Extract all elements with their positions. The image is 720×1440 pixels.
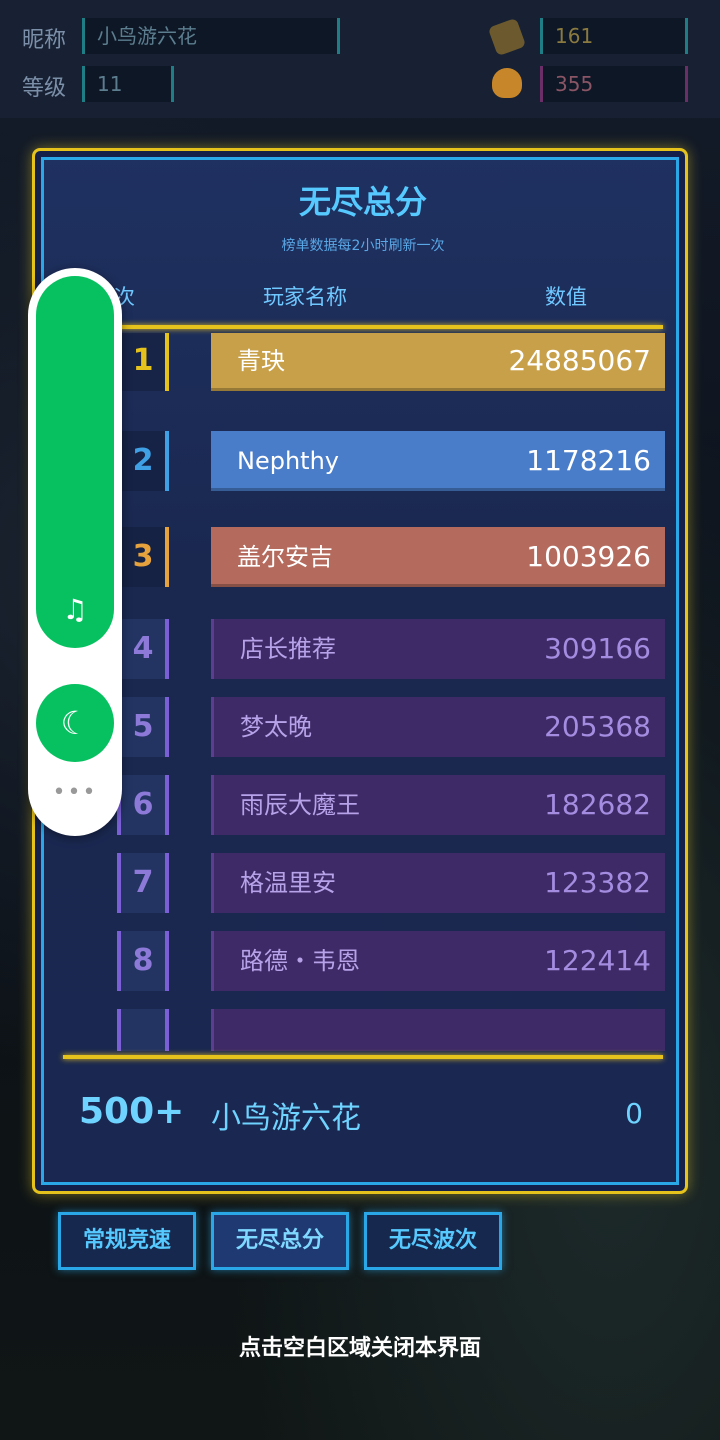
table-row[interactable]: 盖尔安吉 1003926 (211, 527, 665, 587)
tab-endless-waves[interactable]: 无尽波次 (364, 1212, 502, 1270)
player-score: 309166 (544, 632, 651, 665)
leaderboard-panel: 无尽总分 榜单数据每2小时刷新一次 名次 玩家名称 数值 1青玦24885067… (32, 148, 688, 1194)
table-row[interactable] (211, 1009, 665, 1051)
tab-endless-total[interactable]: 无尽总分 (211, 1212, 349, 1270)
my-rank: 500+ (79, 1091, 185, 1132)
tab-regular-race[interactable]: 常规竞速 (58, 1212, 196, 1270)
more-dots-icon[interactable]: ••• (28, 780, 122, 805)
player-score: 24885067 (508, 344, 651, 377)
refresh-note: 榜单数据每2小时刷新一次 (281, 238, 445, 254)
table-row[interactable]: 青玦 24885067 (211, 333, 665, 391)
music-note-icon: ♫ (62, 593, 88, 626)
table-row[interactable]: 雨辰大魔王 182682 (211, 775, 665, 835)
table-row[interactable]: 路德・韦恩 122414 (211, 931, 665, 991)
col-value-header: 数值 (545, 285, 587, 309)
rank-badge: 8 (117, 931, 169, 991)
ticket-icon (487, 17, 527, 57)
panel-title: 无尽总分 (298, 183, 427, 221)
player-name: 盖尔安吉 (237, 543, 333, 571)
rank-badge: 6 (117, 775, 169, 835)
music-button[interactable]: ♫ (36, 276, 114, 648)
col-player-header: 玩家名称 (263, 285, 347, 309)
player-name: 雨辰大魔王 (240, 791, 360, 819)
close-hint: 点击空白区域关闭本界面 (238, 1336, 481, 1361)
rank-badge (117, 1009, 169, 1051)
player-score: 182682 (544, 788, 651, 821)
table-row[interactable]: 店长推荐 309166 (211, 619, 665, 679)
rank-badge: 7 (117, 853, 169, 913)
player-name: 青玦 (237, 347, 285, 375)
player-name: Nephthy (237, 447, 339, 475)
level-field: 11 (82, 66, 174, 102)
header-divider (63, 325, 663, 329)
my-value: 0 (625, 1097, 643, 1130)
player-score: 122414 (544, 944, 651, 977)
ranking-list[interactable]: 1 青玦 24885067 2 Nephthy 1178216 3 盖尔安吉 1003926 4 店… (61, 333, 665, 1051)
my-name: 小鸟游六花 (211, 1101, 361, 1136)
player-score: 1178216 (526, 444, 651, 477)
rank-badge: 2 (117, 431, 169, 491)
player-name: 格温里安 (240, 869, 336, 897)
profile-bar: 昵称 小鸟游六花 等级 11 161 355 (0, 0, 720, 118)
rank-badge: 3 (117, 527, 169, 587)
player-score: 123382 (544, 866, 651, 899)
player-score: 1003926 (526, 540, 651, 573)
rank-badge: 1 (117, 333, 169, 391)
player-name: 路德・韦恩 (240, 947, 360, 975)
moon-icon[interactable]: ☾ (36, 684, 114, 762)
nickname-field: 小鸟游六花 (82, 18, 340, 54)
table-row[interactable]: 格温里安 123382 (211, 853, 665, 913)
my-rank-divider (63, 1055, 663, 1059)
currency-field: 161 (540, 18, 688, 54)
cat-icon (492, 68, 522, 98)
player-name: 店长推荐 (240, 635, 336, 663)
table-row[interactable]: Nephthy 1178216 (211, 431, 665, 491)
player-score: 205368 (544, 710, 651, 743)
table-row[interactable]: 梦太晚 205368 (211, 697, 665, 757)
player-name: 梦太晚 (240, 713, 312, 741)
rank-badge: 5 (117, 697, 169, 757)
level-label: 等级 (22, 76, 67, 101)
nickname-label: 昵称 (22, 28, 67, 53)
gem-field: 355 (540, 66, 688, 102)
floating-widget[interactable]: ♫ ☾ ••• (28, 268, 122, 836)
rank-badge: 4 (117, 619, 169, 679)
